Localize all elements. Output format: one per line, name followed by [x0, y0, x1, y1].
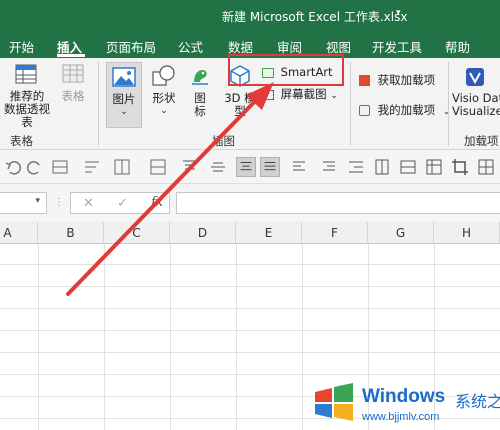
windows-logo-icon [315, 383, 353, 421]
watermark-brand-cn: 系统之家 [455, 392, 500, 411]
watermark-url: www.bjjmlv.com [362, 411, 440, 423]
watermark-brand: Windows [362, 386, 446, 407]
annotation-arrow [66, 82, 274, 296]
